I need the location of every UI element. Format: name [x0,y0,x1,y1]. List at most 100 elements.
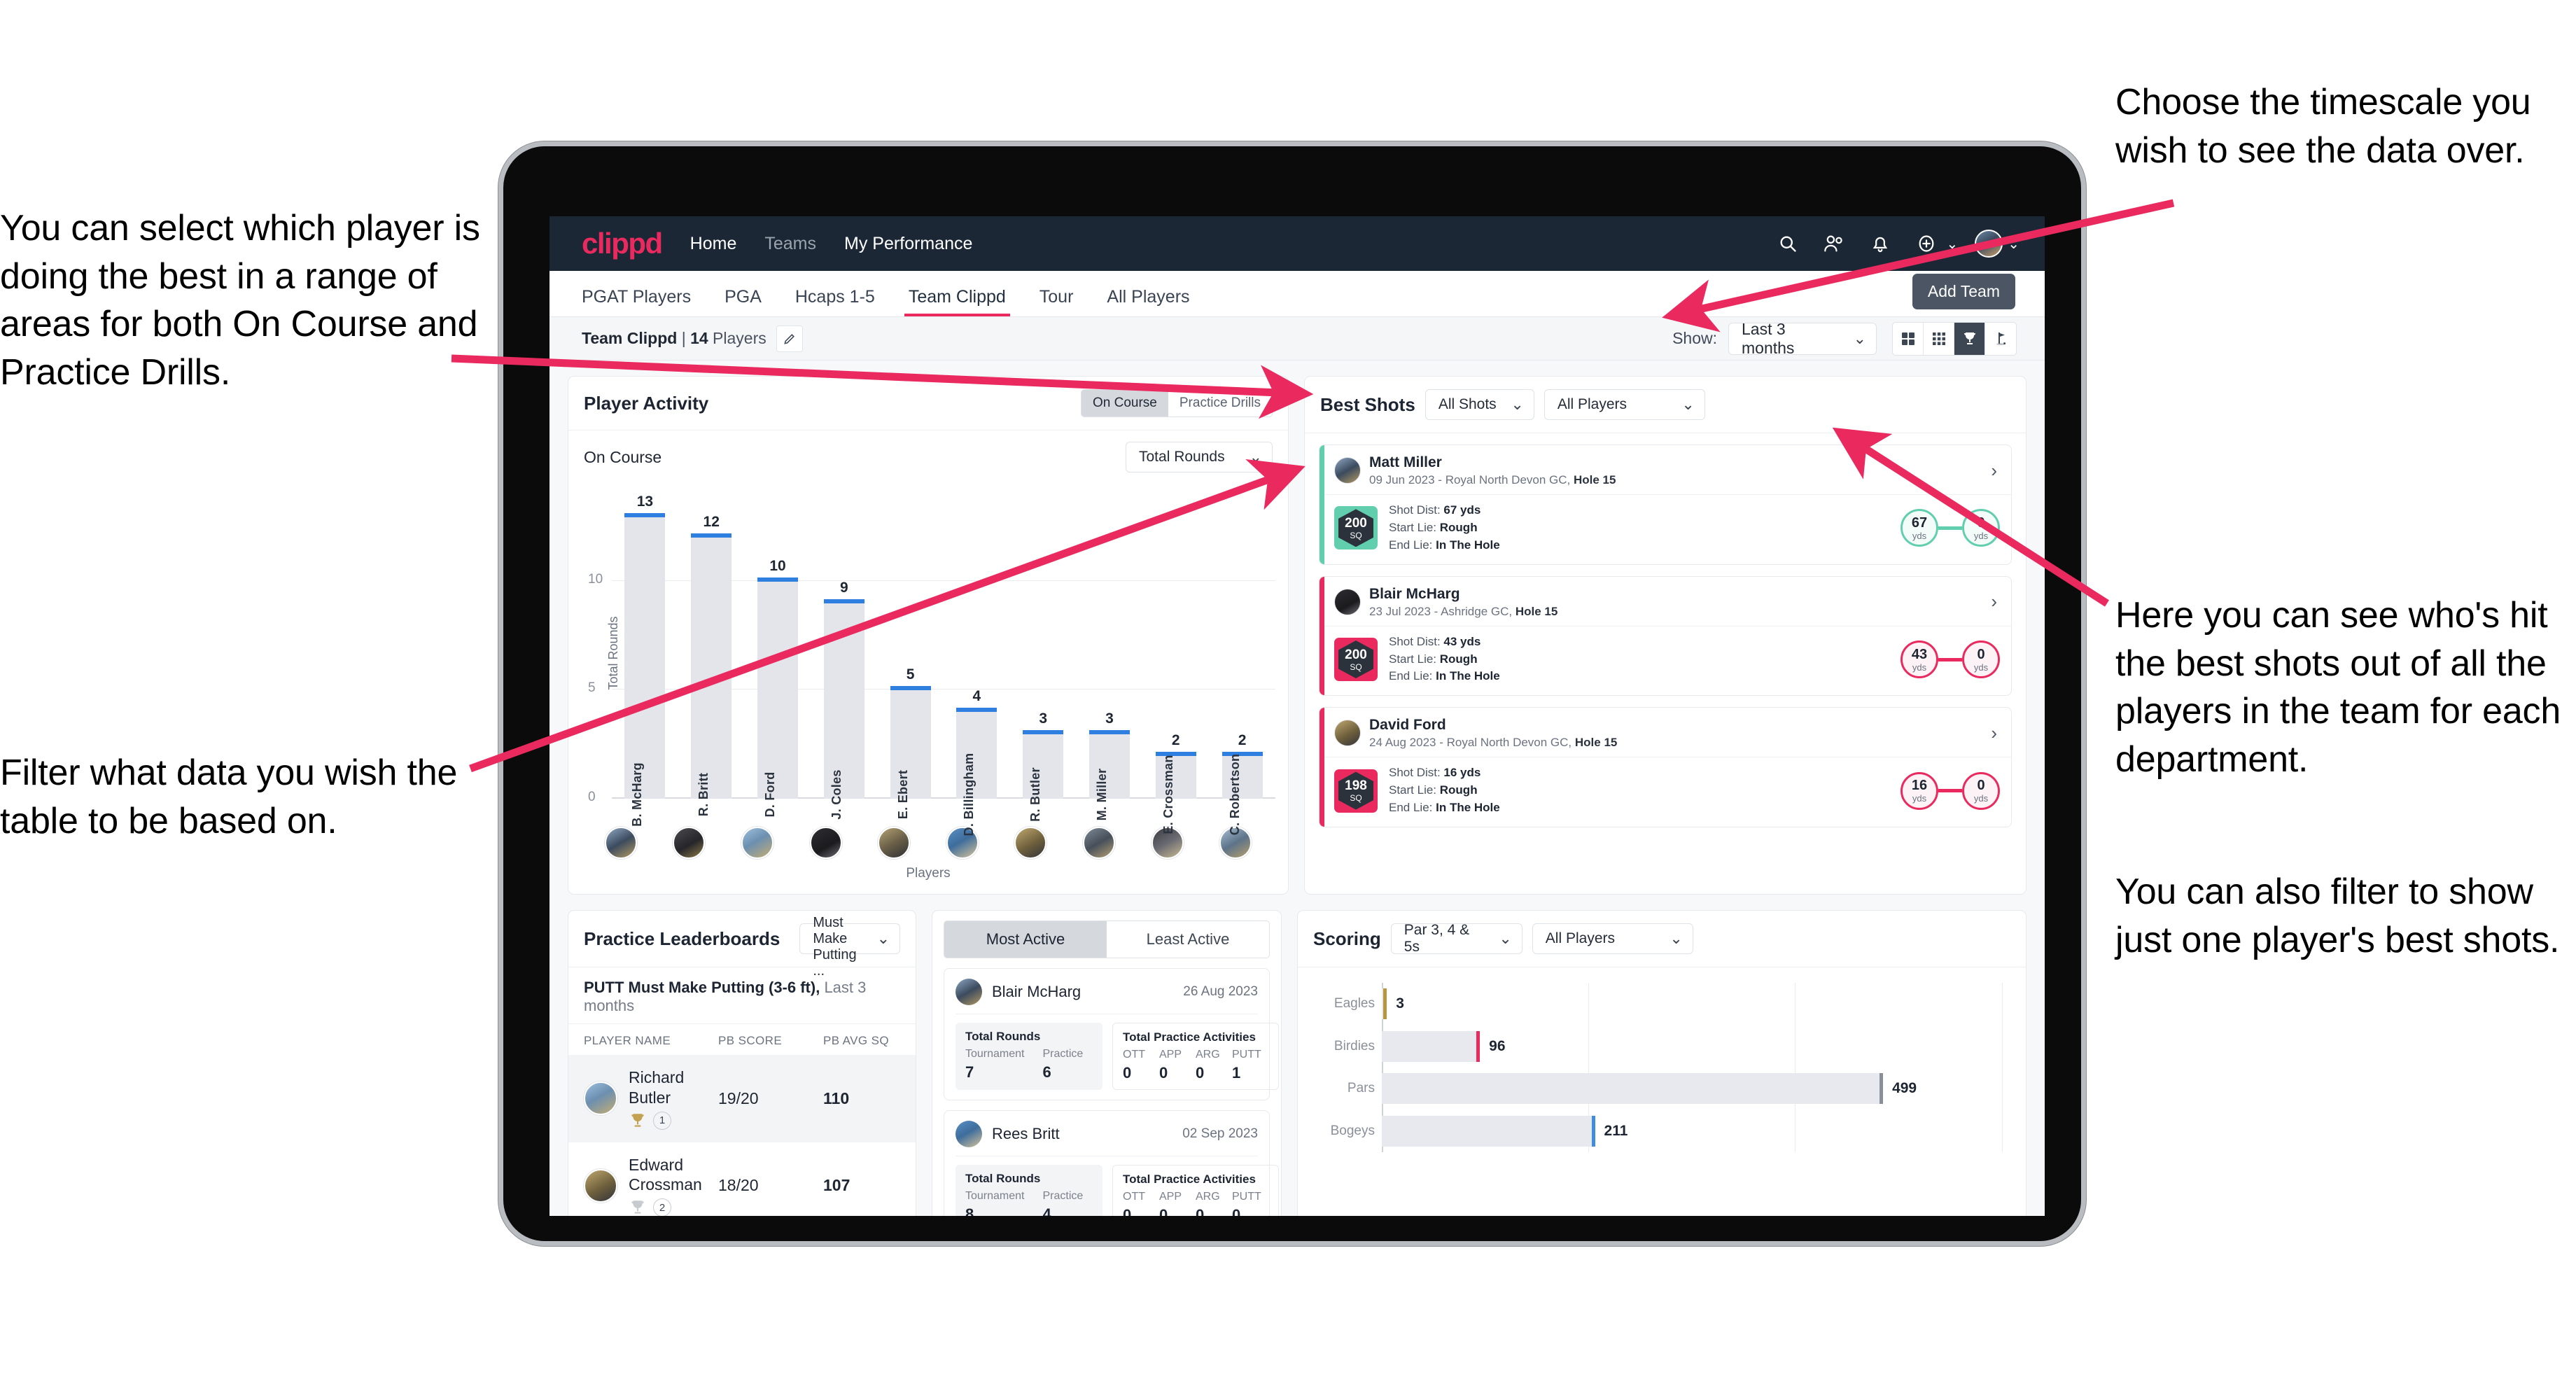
scoring-row-label: Eagles [1334,996,1375,1011]
best-shot-date-course: 24 Aug 2023 - Royal North Devon GC, [1369,736,1575,750]
clippd-logo[interactable]: clippd [582,227,663,260]
nav-link-teams[interactable]: Teams [764,234,816,254]
player-activity-subbar: On Course Total Rounds ⌄ [568,430,1288,475]
start-lie-value: Rough [1439,783,1478,797]
view-toggle-group [1892,321,2017,356]
chart-bar-column[interactable]: 12 R. Britt [678,493,745,816]
tab-pga[interactable]: PGA [724,287,762,316]
scoring-row[interactable]: Birdies 96 [1334,1030,2002,1062]
leaderboard-player: Richard Butler 1 [584,1068,718,1130]
chart-bar-label: R. Butler [1028,767,1043,822]
chart-bar-value: 3 [1039,710,1048,727]
segment-on-course[interactable]: On Course [1082,390,1168,416]
nav-link-my-performance[interactable]: My Performance [844,234,972,254]
chevron-down-icon-profile[interactable]: ⌄ [2008,235,2019,253]
chart-bar-column[interactable]: 2 E. Crossman [1142,493,1209,834]
leaderboard-row[interactable]: Edward Crossman 2 18/20 107 [568,1142,916,1216]
chevron-down-icon-add[interactable]: ⌄ [1946,235,1958,253]
player-avatar[interactable] [741,827,774,859]
player-avatar[interactable] [604,827,637,859]
view-toggle-grid-4-icon[interactable] [1893,322,1924,355]
team-separator: | [677,329,691,347]
nav-link-home[interactable]: Home [690,234,737,254]
chart-bar-column[interactable]: 13 B. McHarg [612,493,678,827]
chevron-right-icon[interactable]: › [1991,460,2000,482]
leaderboard-badges: 1 [629,1111,718,1130]
chart-bar-column[interactable]: 10 D. Ford [745,493,811,818]
leaderboard-row[interactable]: Richard Butler 1 19/20 110 [568,1055,916,1142]
best-shot-hole: Hole 15 [1574,736,1618,750]
rounds-column-value: 8 [965,1205,974,1216]
player-avatar[interactable] [809,827,842,859]
player-activity-title: Player Activity [584,392,709,414]
player-avatar[interactable] [1082,827,1115,859]
timescale-select[interactable]: Last 3 months ⌄ [1728,320,1877,357]
scoring-row[interactable]: Bogeys 211 [1331,1115,2002,1147]
chevron-down-icon: ⌄ [1249,448,1262,465]
rounds-column-value: 6 [1042,1063,1051,1081]
chart-bar-cap [890,686,931,691]
player-avatar[interactable] [673,827,706,859]
player-avatar[interactable] [1014,827,1047,859]
chart-bar-column[interactable]: 5 E. Ebert [877,493,944,819]
leaderboard-badges: 2 [629,1198,718,1216]
chevron-right-icon[interactable]: › [1991,591,2000,612]
player-avatar [584,1082,617,1116]
tab-pgat-players[interactable]: PGAT Players [582,287,691,316]
player-avatar[interactable] [878,827,911,859]
scoring-par-filter[interactable]: Par 3, 4 & 5s ⌄ [1390,922,1522,955]
chart-bar [691,533,732,799]
best-shot-card[interactable]: Matt Miller 09 Jun 2023 - Royal North Dev… [1319,444,2012,565]
tab-all-players[interactable]: All Players [1107,287,1189,316]
total-rounds-columns: Tournament 8 Practice 4 [965,1190,1093,1216]
activity-card: Most Active Least Active Blair McHarg 26 … [932,910,1282,1216]
view-toggle-golf-flag-icon[interactable] [1985,323,2016,355]
activity-player-card[interactable]: Blair McHarg 26 Aug 2023 Total Rounds Tourn… [944,968,1279,1100]
chevron-down-icon: ⌄ [1499,930,1512,947]
annotation-left-top: You can select which player is doing the… [0,208,480,393]
tab-hcaps-1-5[interactable]: Hcaps 1-5 [795,287,875,316]
player-avatar-row [568,827,1288,859]
best-shots-shot-filter[interactable]: All Shots ⌄ [1424,389,1534,420]
chart-bar-column[interactable]: 9 J. Coles [811,493,877,820]
practice-column-value: 0 [1159,1064,1168,1082]
tab-least-active[interactable]: Least Active [1107,921,1269,958]
scoring-player-filter[interactable]: All Players ⌄ [1532,923,1693,954]
chart-bar-column[interactable]: 3 R. Butler [1010,493,1077,822]
scoring-row[interactable]: Pars 499 [1348,1073,2002,1105]
plus-circle-icon[interactable] [1912,229,1941,258]
search-icon[interactable] [1773,229,1802,258]
activity-stats: Total Rounds Tournament 7 Practice 6 Total Pr… [955,1014,1279,1090]
view-toggle-grid-9-icon[interactable] [1924,322,1954,355]
best-shots-player-filter[interactable]: All Players ⌄ [1544,389,1705,420]
chart-bar-column[interactable]: 2 C. Robertson [1209,493,1275,835]
edit-team-button[interactable] [776,325,803,352]
tab-team-clippd[interactable]: Team Clippd [904,287,1010,316]
best-shots-list: Matt Miller 09 Jun 2023 - Royal North Dev… [1305,433,2026,837]
view-toggle-trophy-icon[interactable] [1954,322,1985,355]
practice-column-value: 1 [1232,1064,1241,1082]
avatar[interactable] [1975,230,2003,258]
player-avatar [1334,457,1361,484]
people-icon[interactable] [1819,229,1849,258]
shot-quality-value: 200 [1345,515,1367,531]
scoring-row[interactable]: Eagles 3 [1334,988,2002,1020]
tab-most-active[interactable]: Most Active [944,921,1107,958]
chart-bar-value: 2 [1171,732,1180,748]
tab-tour[interactable]: Tour [1040,287,1074,316]
practice-drill-select[interactable]: PUTT Must Make Putting ... ⌄ [799,911,900,979]
total-practice-box: Total Practice Activities OTT 0 APP 0 ARG 0 PUT… [1112,1165,1279,1216]
best-shot-card[interactable]: David Ford 24 Aug 2023 - Royal North Devo… [1319,707,2012,827]
chevron-right-icon[interactable]: › [1991,722,2000,744]
segment-practice-drills[interactable]: Practice Drills [1168,390,1272,416]
best-shot-card[interactable]: Blair McHarg 23 Jul 2023 - Ashridge GC, H… [1319,575,2012,696]
chart-bar-cap [691,533,732,538]
player-activity-metric-select[interactable]: Total Rounds ⌄ [1126,442,1273,472]
dashboard-row-top: Player Activity On Course Practice Drill… [568,376,2026,895]
activity-player-card[interactable]: Rees Britt 02 Sep 2023 Total Rounds Tournam… [944,1110,1279,1216]
bell-icon[interactable] [1865,229,1895,258]
best-shot-top: David Ford 24 Aug 2023 - Royal North Devo… [1324,708,2011,757]
chart-bar-column[interactable]: 4 D. Billingham [944,493,1010,836]
chart-bar-column[interactable]: 3 M. Miller [1077,493,1143,820]
total-rounds-box: Total Rounds Tournament 8 Practice 4 [955,1165,1102,1216]
